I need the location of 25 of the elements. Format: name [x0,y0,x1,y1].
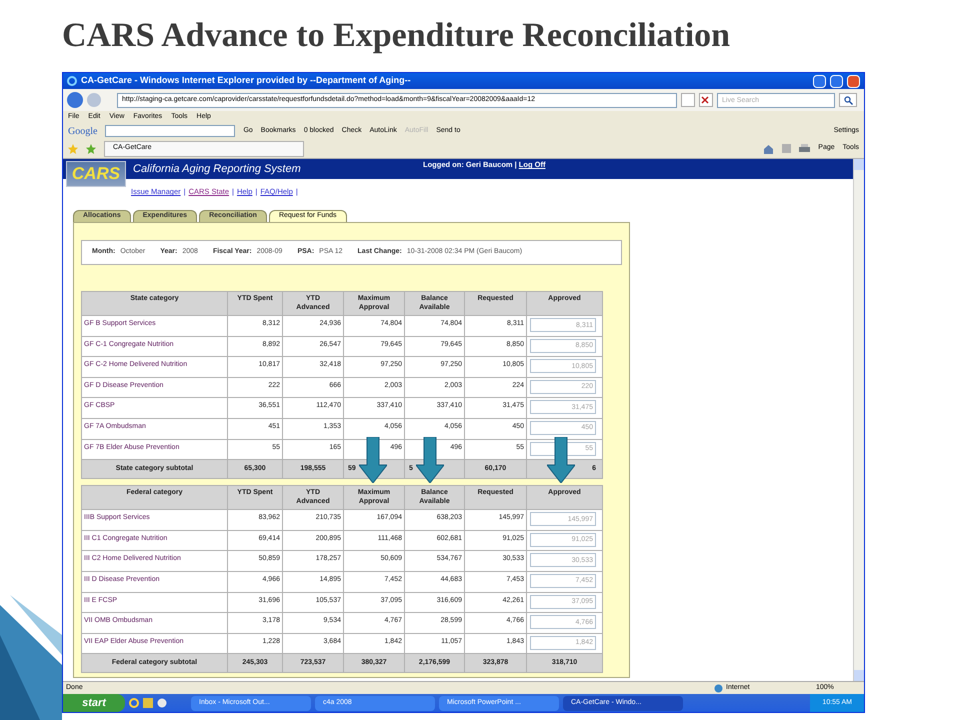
browser-icon[interactable] [129,698,139,708]
search-button[interactable] [839,93,857,107]
close-button[interactable] [847,74,860,88]
slide-title: CARS Advance to Expenditure Reconciliation [62,19,730,53]
close-icon [700,95,710,105]
window-title: CA-GetCare - Windows Internet Explorer provided by --Department of Aging-- [81,74,412,88]
system-title: California Aging Reporting System [133,162,302,177]
down-arrow-icon [416,437,444,483]
stop-button[interactable] [699,93,713,107]
maximize-button[interactable] [830,74,843,88]
down-arrow-icon [359,437,387,483]
cars-logo: CARS [66,161,126,187]
star-icon[interactable] [68,144,78,154]
back-button[interactable] [67,92,83,108]
minimize-button[interactable] [813,74,826,88]
globe-icon [714,684,723,692]
printer-icon[interactable] [799,144,810,153]
start-button[interactable]: start [63,694,125,712]
home-icon[interactable] [763,144,774,154]
google-search-field[interactable] [105,125,236,137]
down-arrow-icon [547,437,575,483]
star-icon[interactable] [86,144,96,154]
google-logo: Google [68,124,98,138]
search-icon [844,96,852,104]
browser-icon [67,76,77,86]
